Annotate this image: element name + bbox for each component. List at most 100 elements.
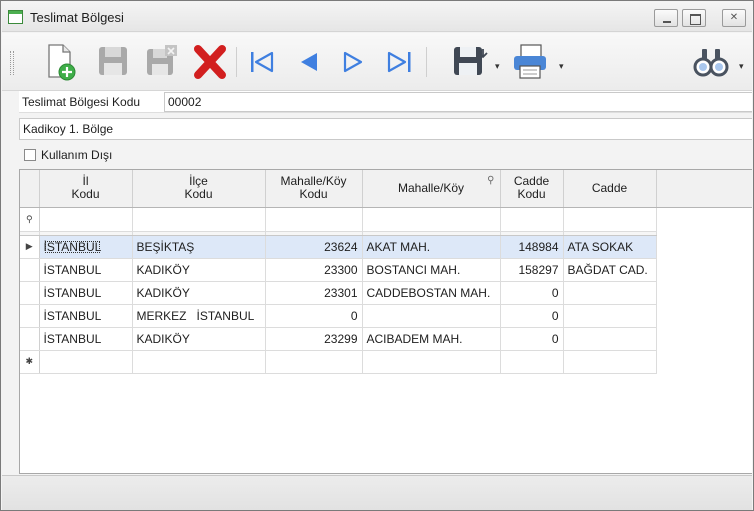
cell-cadde[interactable]: ATA SOKAK — [563, 235, 657, 259]
save-menu-dropdown-icon[interactable]: ▾ — [495, 61, 500, 72]
print-icon — [514, 44, 546, 79]
cell-il-kodu[interactable]: İSTANBUL — [39, 281, 133, 305]
filter-cell[interactable] — [500, 207, 564, 232]
row-indicator — [20, 281, 40, 305]
table-row[interactable]: ▶ İSTANBUL BEŞİKTAŞ 23624 AKAT MAH. 1489… — [20, 235, 752, 259]
column-header-il-kodu[interactable]: İl Kodu — [39, 170, 133, 208]
filter-cell[interactable] — [132, 207, 266, 232]
column-header-line: Kodu — [184, 187, 213, 202]
save-menu-icon — [454, 47, 488, 75]
search-button[interactable] — [692, 41, 732, 83]
column-header-ilce-kodu[interactable]: İlçe Kodu — [132, 170, 266, 208]
cell-cadde-kodu[interactable]: 0 — [500, 327, 564, 351]
maximize-button[interactable] — [682, 9, 706, 27]
auto-filter-row[interactable]: ⚲ — [20, 207, 752, 232]
save-menu-button[interactable] — [450, 41, 490, 83]
empty-column-header — [656, 170, 752, 208]
window-title: Teslimat Bölgesi — [30, 10, 124, 25]
cell-mahalle[interactable]: ACIBADEM MAH. — [362, 327, 501, 351]
cell-cadde-kodu[interactable]: 0 — [500, 281, 564, 305]
cell-mahalle[interactable] — [362, 304, 501, 328]
new-row-icon: ✱ — [20, 350, 40, 374]
grid-header-row: İl Kodu İlçe Kodu Mahalle/Köy Kodu Mahalle/… — [20, 170, 752, 208]
cell-ilce-kodu[interactable]: KADIKÖY — [132, 327, 266, 351]
next-record-icon — [343, 51, 363, 73]
cell-cadde-kodu[interactable]: 158297 — [500, 258, 564, 282]
cell-mahalle[interactable]: CADDEBOSTAN MAH. — [362, 281, 501, 305]
cell-ilce-kodu[interactable]: BEŞİKTAŞ — [132, 235, 266, 259]
print-dropdown-icon[interactable]: ▾ — [559, 61, 564, 72]
first-record-button[interactable] — [242, 41, 282, 83]
delivery-region-grid[interactable]: İl Kodu İlçe Kodu Mahalle/Köy Kodu Mahalle/… — [19, 169, 752, 474]
previous-record-button[interactable] — [288, 41, 328, 83]
cell-ilce-kodu[interactable]: KADIKÖY — [132, 281, 266, 305]
filter-cell[interactable] — [362, 207, 501, 232]
new-row-cell[interactable] — [563, 350, 657, 374]
save-icon — [99, 47, 127, 75]
cell-ilce-kodu[interactable]: KADIKÖY — [132, 258, 266, 282]
new-row-cell[interactable] — [39, 350, 133, 374]
title-bar[interactable]: Teslimat Bölgesi ✕ — [2, 2, 752, 32]
cell-cadde-kodu[interactable]: 148984 — [500, 235, 564, 259]
new-item-row[interactable]: ✱ — [20, 350, 752, 374]
cell-cadde[interactable] — [563, 327, 657, 351]
last-record-icon — [387, 51, 411, 73]
cell-cadde-kodu[interactable]: 0 — [500, 304, 564, 328]
inactive-checkbox[interactable] — [24, 149, 36, 161]
new-row-cell[interactable] — [362, 350, 501, 374]
last-record-button[interactable] — [380, 41, 420, 83]
save-close-button[interactable] — [142, 41, 182, 83]
minimize-button[interactable] — [654, 9, 678, 27]
filter-cell[interactable] — [563, 207, 657, 232]
cell-mahalle-kodu[interactable]: 23299 — [265, 327, 363, 351]
cell-ilce-kodu[interactable]: MERKEZ İSTANBUL — [132, 304, 266, 328]
column-header-line: İl — [82, 174, 89, 189]
new-row-cell[interactable] — [500, 350, 564, 374]
cell-cadde[interactable]: BAĞDAT CAD. — [563, 258, 657, 282]
filter-cell[interactable] — [39, 207, 133, 232]
new-button[interactable] — [42, 41, 82, 83]
cell-il-kodu[interactable]: İSTANBUL — [39, 304, 133, 328]
row-indicator — [20, 258, 40, 282]
save-button[interactable] — [94, 41, 134, 83]
column-header-mahalle[interactable]: Mahalle/Köy ⚲ — [362, 170, 501, 208]
cell-cadde[interactable] — [563, 304, 657, 328]
new-icon — [48, 44, 76, 81]
column-header-mahalle-kodu[interactable]: Mahalle/Köy Kodu — [265, 170, 363, 208]
next-record-button[interactable] — [334, 41, 374, 83]
region-name-input[interactable] — [19, 118, 752, 140]
cell-text: İSTANBUL — [43, 239, 102, 254]
cell-mahalle[interactable]: AKAT MAH. — [362, 235, 501, 259]
column-header-line: Kodu — [71, 187, 100, 202]
toolbar-separator — [236, 47, 237, 77]
empty-cell — [656, 281, 752, 304]
cell-mahalle[interactable]: BOSTANCI MAH. — [362, 258, 501, 282]
cell-il-kodu[interactable]: İSTANBUL — [39, 258, 133, 282]
table-row[interactable]: İSTANBUL KADIKÖY 23300 BOSTANCI MAH. 158… — [20, 258, 752, 282]
delete-button[interactable] — [190, 41, 230, 83]
cell-cadde[interactable] — [563, 281, 657, 305]
close-window-button[interactable]: ✕ — [722, 9, 746, 27]
new-row-cell[interactable] — [132, 350, 266, 374]
print-button[interactable] — [510, 41, 550, 83]
table-row[interactable]: İSTANBUL KADIKÖY 23299 ACIBADEM MAH. 0 — [20, 327, 752, 351]
cell-mahalle-kodu[interactable]: 23301 — [265, 281, 363, 305]
cell-il-kodu[interactable]: İSTANBUL — [39, 235, 133, 259]
row-indicator-header — [20, 170, 40, 208]
cell-mahalle-kodu[interactable]: 23624 — [265, 235, 363, 259]
cell-mahalle-kodu[interactable]: 23300 — [265, 258, 363, 282]
search-dropdown-icon[interactable]: ▾ — [739, 61, 744, 72]
cell-il-kodu[interactable]: İSTANBUL — [39, 327, 133, 351]
column-header-line: Mahalle/Köy — [397, 180, 465, 195]
column-header-cadde-kodu[interactable]: Cadde Kodu — [500, 170, 564, 208]
code-input[interactable] — [164, 92, 752, 112]
table-row[interactable]: İSTANBUL MERKEZ İSTANBUL 0 0 — [20, 304, 752, 328]
table-row[interactable]: İSTANBUL KADIKÖY 23301 CADDEBOSTAN MAH. … — [20, 281, 752, 305]
toolbar-grip[interactable] — [10, 51, 14, 75]
cell-mahalle-kodu[interactable]: 0 — [265, 304, 363, 328]
filter-cell[interactable] — [265, 207, 363, 232]
column-filter-icon[interactable]: ⚲ — [487, 174, 494, 187]
new-row-cell[interactable] — [265, 350, 363, 374]
column-header-cadde[interactable]: Cadde — [563, 170, 657, 208]
column-header-line: Cadde — [513, 174, 550, 189]
